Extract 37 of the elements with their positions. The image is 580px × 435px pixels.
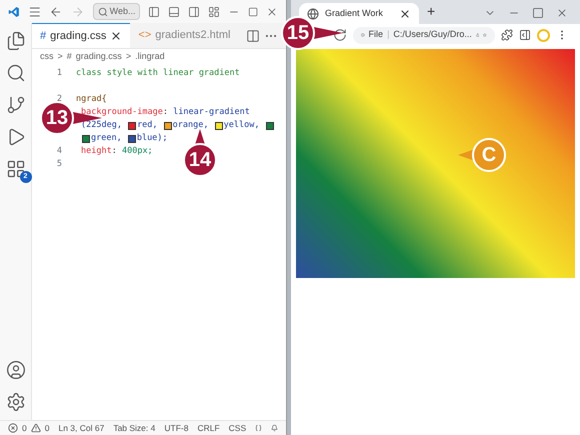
editor-tab[interactable]: # grading.css <box>32 23 130 48</box>
code-token: orange, <box>172 119 210 132</box>
status-item[interactable]: UTF-8 <box>164 422 188 434</box>
breadcrumb-item[interactable]: # <box>66 50 72 64</box>
error-count[interactable]: 0 <box>22 422 27 434</box>
breadcrumb-item[interactable]: grading.css <box>76 50 122 64</box>
code-token: linear-gradient <box>173 106 250 119</box>
code-token: yellow, <box>224 119 260 132</box>
code-token: ngrad{ <box>76 93 107 106</box>
code-token: background-image <box>81 106 163 119</box>
status-item[interactable]: CRLF <box>197 422 220 434</box>
line-number: 2 <box>56 94 62 104</box>
breadcrumb-item[interactable]: > <box>58 50 63 64</box>
status-item[interactable]: Tab Size: 4 <box>113 422 156 434</box>
warning-count[interactable]: 0 <box>44 422 50 434</box>
breadcrumb-item[interactable]: css <box>40 50 54 64</box>
new-tab-button[interactable]: + <box>427 1 436 24</box>
code-token: green, <box>91 132 123 145</box>
address-bar[interactable]: File | C:/Users/Guy/Dro... <box>353 26 495 44</box>
code-token: (225deg, <box>81 119 123 132</box>
browser-tab[interactable]: Gradient Work <box>299 3 419 24</box>
search-text: Web... <box>110 4 136 18</box>
code-token: : <box>162 106 170 119</box>
code-token: 400px; <box>122 145 153 158</box>
breadcrumb-item[interactable]: .lingrad <box>135 50 165 64</box>
code-token: red, <box>137 119 159 132</box>
line-number: 5 <box>56 159 62 169</box>
line-number: 1 <box>56 68 62 78</box>
line-number: 4 <box>56 146 62 156</box>
breadcrumb-item[interactable]: > <box>126 50 132 64</box>
code-token: height <box>81 145 112 158</box>
status-item[interactable]: Ln 3, Col 67 <box>58 422 104 434</box>
status-item[interactable]: CSS <box>228 422 246 434</box>
code-token: : <box>112 145 118 158</box>
code-token: class style with linear gradient <box>76 67 240 80</box>
code-token: blue); <box>136 132 168 145</box>
search-field[interactable]: Web... <box>92 3 140 20</box>
